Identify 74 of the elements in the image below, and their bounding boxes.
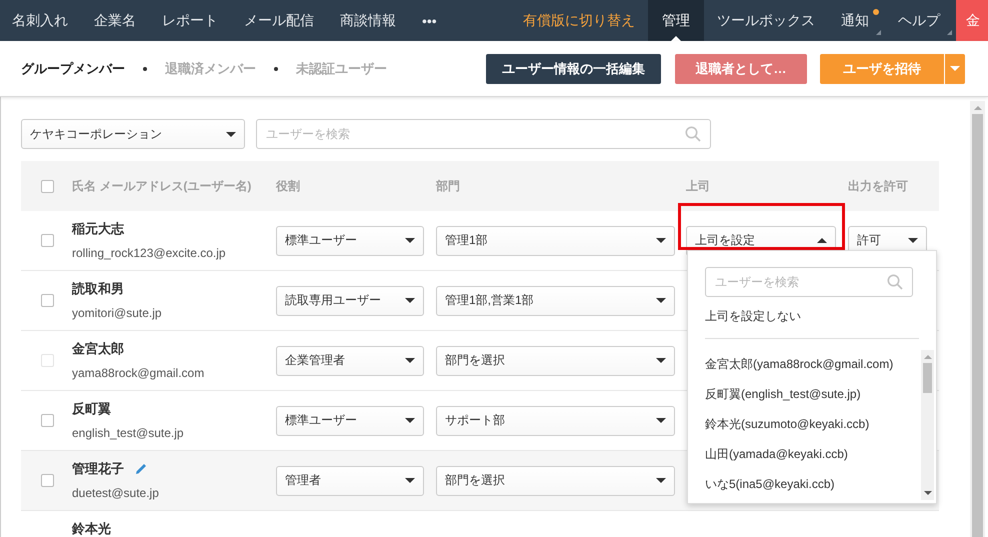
checkbox[interactable] — [41, 474, 54, 487]
menu-item[interactable]: 上司を設定しない — [705, 308, 936, 326]
checkbox[interactable] — [41, 180, 54, 192]
nav-item[interactable]: 企業名 — [81, 0, 149, 41]
menu-item[interactable]: 鈴本光(suzumoto@keyaki.ccb) — [705, 416, 921, 446]
user-name: 管理花子 — [72, 460, 124, 478]
caret-icon — [656, 418, 666, 423]
menu-item[interactable]: 山田(yamada@keyaki.ccb) — [705, 446, 921, 476]
caret-icon — [656, 298, 666, 303]
user-name: 反町翼 — [72, 400, 111, 418]
caret-icon — [405, 478, 415, 483]
department-select[interactable]: 管理1部,営業1部 — [436, 286, 675, 316]
search-icon — [685, 126, 701, 142]
nav-menu[interactable]: 通知 — [828, 0, 885, 41]
user-email: english_test@sute.jp — [72, 426, 185, 440]
nav-item[interactable]: ••• — [409, 0, 450, 41]
user-name: 金宮太郎 — [72, 340, 124, 358]
pointer-icon — [670, 36, 682, 42]
caret-icon — [656, 478, 666, 483]
search-field[interactable]: ユーザーを検索 — [256, 119, 711, 149]
caret-icon — [908, 238, 918, 243]
column-header: 上司 — [686, 178, 710, 192]
pencil-icon[interactable] — [134, 462, 148, 476]
user-name: 稲元大志 — [72, 220, 124, 238]
user-email: yomitori@sute.jp — [72, 306, 163, 320]
caret-icon — [226, 132, 236, 136]
role-select[interactable]: 標準ユーザー — [276, 226, 424, 256]
bullet-icon — [143, 66, 147, 70]
nav-item[interactable]: メール配信 — [231, 0, 327, 41]
column-header: 部門 — [436, 178, 460, 192]
user-email: rolling_rock123@excite.co.jp — [72, 246, 227, 260]
checkbox[interactable] — [41, 414, 54, 427]
department-select[interactable]: 管理1部 — [436, 226, 675, 256]
scrollbar[interactable] — [921, 350, 934, 500]
caret-icon — [405, 418, 415, 423]
upgrade-link[interactable]: 有償版に切り替え — [510, 0, 648, 41]
column-header: 出力を許可 — [848, 178, 908, 192]
caret-icon — [405, 358, 415, 363]
user-email: yama88rock@gmail.com — [72, 366, 206, 380]
caret-icon — [405, 298, 415, 303]
bullet-icon — [274, 66, 278, 70]
department-select[interactable]: 部門を選択 — [436, 466, 675, 496]
menu-item[interactable]: 反町翼(english_test@sute.jp) — [705, 386, 921, 416]
search-field[interactable]: ユーザーを検索 — [705, 266, 913, 296]
user-name: 鈴本光 — [72, 520, 111, 537]
checkbox[interactable] — [41, 294, 54, 307]
search-icon — [887, 274, 903, 290]
column-header: 氏名 メールアドレス(ユーザー名) — [72, 178, 252, 192]
corner-icon — [876, 30, 881, 35]
checkbox[interactable] — [41, 234, 54, 247]
company-select[interactable]: ケヤキコーポレーション — [21, 119, 245, 149]
nav-item[interactable]: 管理 — [648, 0, 704, 41]
dropdown-button[interactable] — [945, 54, 965, 84]
nav-item[interactable]: 商談情報 — [327, 0, 409, 41]
user-name: 読取和男 — [72, 280, 124, 298]
user-email: duetest@sute.jp — [72, 486, 160, 500]
department-select[interactable]: サポート部 — [436, 406, 675, 436]
action-button[interactable]: ユーザー情報の一括編集 — [486, 54, 661, 84]
caret-icon — [817, 238, 827, 243]
scrollbar[interactable] — [970, 101, 985, 537]
nav-item[interactable]: レポート — [149, 0, 231, 41]
member-tab[interactable]: グループメンバー — [21, 60, 125, 78]
menu-item[interactable]: 金宮太郎(yama88rock@gmail.com) — [705, 356, 921, 386]
role-select[interactable]: 管理者 — [276, 466, 424, 496]
nav-item[interactable]: ツールボックス — [704, 0, 828, 41]
role-select[interactable]: 読取専用ユーザー — [276, 286, 424, 316]
caret-icon — [405, 238, 415, 243]
caret-icon — [656, 238, 666, 243]
menu-item[interactable]: いな5(ina5@keyaki.ccb) — [705, 476, 921, 506]
column-header: 役割 — [276, 178, 300, 192]
role-select[interactable]: 標準ユーザー — [276, 406, 424, 436]
nav-item[interactable]: 名刺入れ — [0, 0, 81, 41]
caret-icon — [656, 358, 666, 363]
caret-icon — [950, 66, 960, 71]
